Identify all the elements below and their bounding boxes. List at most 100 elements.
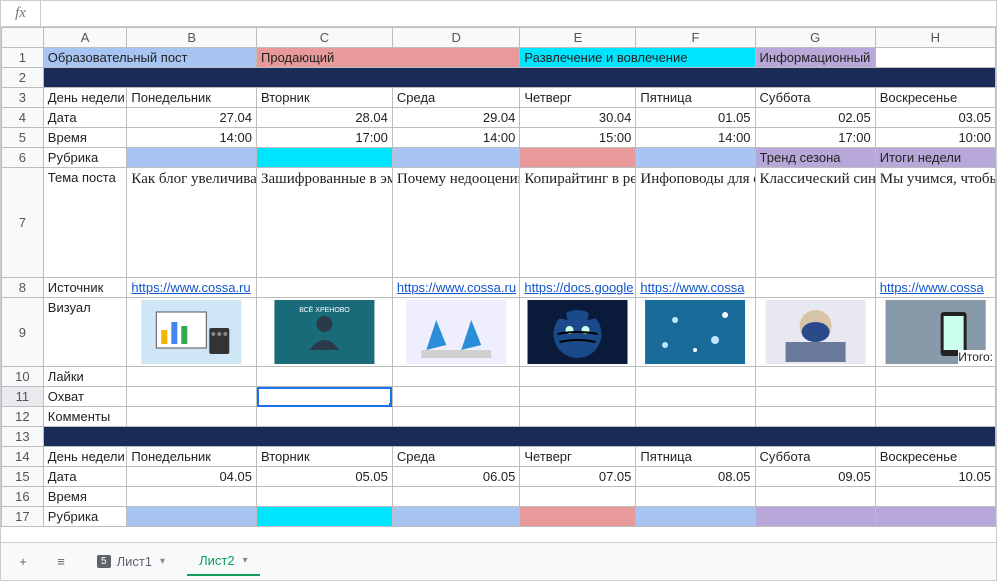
day2-wed[interactable]: Среда: [392, 447, 520, 467]
vis-H9[interactable]: Итого:: [875, 298, 995, 367]
day-mon[interactable]: Понедельник: [127, 88, 257, 108]
label-source[interactable]: Источник: [43, 278, 127, 298]
topic-G7[interactable]: Классический синий - цвет года по версии…: [755, 168, 875, 278]
row-header-5[interactable]: 5: [2, 128, 44, 148]
topic-H7[interactable]: Мы учимся, чтобы учить вас.: [875, 168, 995, 278]
row-header-8[interactable]: 8: [2, 278, 44, 298]
label-rubric-2[interactable]: Рубрика: [43, 507, 127, 527]
row-header-10[interactable]: 10: [2, 367, 44, 387]
row-header-16[interactable]: 16: [2, 487, 44, 507]
cell-F16[interactable]: [636, 487, 755, 507]
label-rubric[interactable]: Рубрика: [43, 148, 127, 168]
link-F8[interactable]: https://www.cossa: [640, 280, 744, 295]
date2-H[interactable]: 10.05: [875, 467, 995, 487]
separator-row[interactable]: [43, 68, 995, 88]
row-header-6[interactable]: 6: [2, 148, 44, 168]
rubric-G6[interactable]: Тренд сезона: [755, 148, 875, 168]
cell-D12[interactable]: [392, 407, 520, 427]
cell-C11-selected[interactable]: [257, 387, 393, 407]
date2-D[interactable]: 06.05: [392, 467, 520, 487]
cell-B11[interactable]: [127, 387, 257, 407]
row-header-4[interactable]: 4: [2, 108, 44, 128]
label-comments[interactable]: Комменты: [43, 407, 127, 427]
time-E5[interactable]: 15:00: [520, 128, 636, 148]
rubric-H6[interactable]: Итоги недели: [875, 148, 995, 168]
date2-F[interactable]: 08.05: [636, 467, 755, 487]
label-day-2[interactable]: День недели: [43, 447, 127, 467]
date-D4[interactable]: 29.04: [392, 108, 520, 128]
vis-G9[interactable]: [755, 298, 875, 367]
cell-B12[interactable]: [127, 407, 257, 427]
date2-E[interactable]: 07.05: [520, 467, 636, 487]
legend-edu[interactable]: Образовательный пост: [43, 48, 256, 68]
label-reach[interactable]: Охват: [43, 387, 127, 407]
rubric-C6[interactable]: [257, 148, 393, 168]
cell-E11[interactable]: [520, 387, 636, 407]
cell-D16[interactable]: [392, 487, 520, 507]
cell-H16[interactable]: [875, 487, 995, 507]
topic-E7[interactable]: Копирайтинг в реальных условиях: [520, 168, 636, 278]
rubric-B6[interactable]: [127, 148, 257, 168]
time-F5[interactable]: 14:00: [636, 128, 755, 148]
src-F8[interactable]: https://www.cossa: [636, 278, 755, 298]
cell-B10[interactable]: [127, 367, 257, 387]
row-header-2[interactable]: 2: [2, 68, 44, 88]
row-header-9[interactable]: 9: [2, 298, 44, 367]
cell-F12[interactable]: [636, 407, 755, 427]
row-header-7[interactable]: 7: [2, 168, 44, 278]
col-header-A[interactable]: A: [43, 28, 127, 48]
rubric-F6[interactable]: [636, 148, 755, 168]
rubric-E6[interactable]: [520, 148, 636, 168]
day2-thu[interactable]: Четверг: [520, 447, 636, 467]
label-date-2[interactable]: Дата: [43, 467, 127, 487]
row-header-12[interactable]: 12: [2, 407, 44, 427]
vis-C9[interactable]: ВСЁ ХРЕНОВО: [257, 298, 393, 367]
select-all-corner[interactable]: [2, 28, 44, 48]
label-time-2[interactable]: Время: [43, 487, 127, 507]
sheet-tab-2[interactable]: Лист2 ▾: [187, 547, 260, 576]
time-G5[interactable]: 17:00: [755, 128, 875, 148]
day2-tue[interactable]: Вторник: [257, 447, 393, 467]
day-tue[interactable]: Вторник: [257, 88, 393, 108]
sheet-tab-1[interactable]: 5 Лист1 ▾: [85, 548, 177, 575]
date-H4[interactable]: 03.05: [875, 108, 995, 128]
col-header-G[interactable]: G: [755, 28, 875, 48]
cell-D11[interactable]: [392, 387, 520, 407]
cell-B16[interactable]: [127, 487, 257, 507]
label-likes[interactable]: Лайки: [43, 367, 127, 387]
topic-F7[interactable]: Инфоповоды для e-mail рассылки в мае 202…: [636, 168, 755, 278]
col-header-H[interactable]: H: [875, 28, 995, 48]
cell-F11[interactable]: [636, 387, 755, 407]
row-header-3[interactable]: 3: [2, 88, 44, 108]
topic-D7[interactable]: Почему недооценивать футер — неправильно…: [392, 168, 520, 278]
cell-C12[interactable]: [257, 407, 393, 427]
cell-C16[interactable]: [257, 487, 393, 507]
col-header-D[interactable]: D: [392, 28, 520, 48]
day2-sat[interactable]: Суббота: [755, 447, 875, 467]
rubric2-F[interactable]: [636, 507, 755, 527]
row-header-11[interactable]: 11: [2, 387, 44, 407]
topic-C7[interactable]: Зашифрованные в эмодзи названия книг. Би…: [257, 168, 393, 278]
src-B8[interactable]: https://www.cossa.ru: [127, 278, 257, 298]
date-F4[interactable]: 01.05: [636, 108, 755, 128]
time-C5[interactable]: 17:00: [257, 128, 393, 148]
cell-C10[interactable]: [257, 367, 393, 387]
link-D8[interactable]: https://www.cossa.ru: [397, 280, 516, 295]
col-header-C[interactable]: C: [257, 28, 393, 48]
col-header-B[interactable]: B: [127, 28, 257, 48]
time-H5[interactable]: 10:00: [875, 128, 995, 148]
vis-F9[interactable]: [636, 298, 755, 367]
cell-H12[interactable]: [875, 407, 995, 427]
rubric2-C[interactable]: [257, 507, 393, 527]
label-visual[interactable]: Визуал: [43, 298, 127, 367]
col-header-F[interactable]: F: [636, 28, 755, 48]
cell-E10[interactable]: [520, 367, 636, 387]
src-D8[interactable]: https://www.cossa.ru: [392, 278, 520, 298]
link-B8[interactable]: https://www.cossa.ru: [131, 280, 250, 295]
row-header-13[interactable]: 13: [2, 427, 44, 447]
date-E4[interactable]: 30.04: [520, 108, 636, 128]
cell-G11[interactable]: [755, 387, 875, 407]
cell-G16[interactable]: [755, 487, 875, 507]
grid-area[interactable]: A B C D E F G H 1 Образовательный пост П…: [1, 27, 996, 542]
src-H8[interactable]: https://www.cossa: [875, 278, 995, 298]
